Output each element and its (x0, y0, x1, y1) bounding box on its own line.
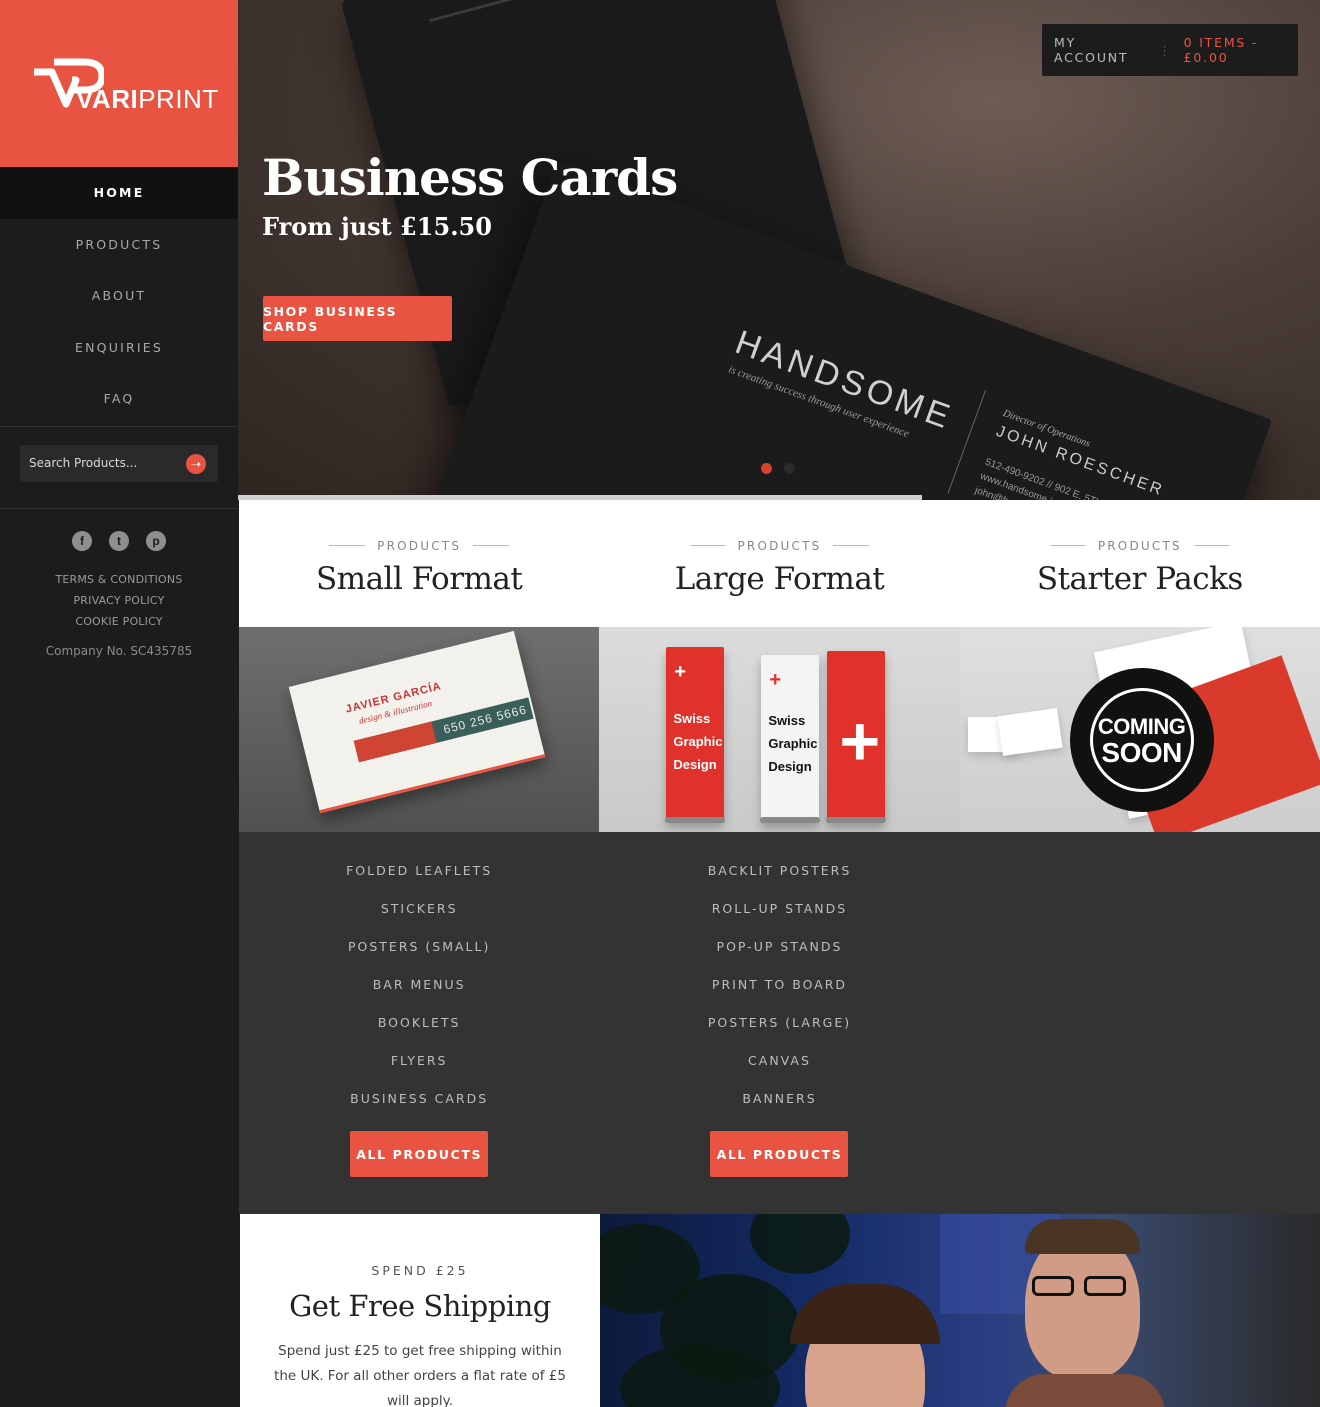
category-small-format[interactable]: PRODUCTS Small Format (239, 500, 599, 627)
list-item[interactable]: PRINT TO BOARD (599, 976, 959, 1014)
starter-packs-image[interactable]: COMING SOON (959, 627, 1320, 832)
list-item[interactable]: FLYERS (239, 1052, 599, 1090)
shipping-label: SPEND £25 (371, 1263, 469, 1278)
free-shipping-panel: SPEND £25 Get Free Shipping Spend just £… (240, 1214, 600, 1407)
team-photo (600, 1214, 1320, 1407)
nav-item-enquiries[interactable]: ENQUIRIES (0, 322, 238, 374)
pinterest-icon[interactable]: p (146, 530, 166, 551)
arrow-right-icon[interactable]: ➝ (186, 453, 206, 474)
man-shirt (1005, 1374, 1165, 1407)
sample-business-card: JAVIER GARCÍA design & illustration 650 … (288, 630, 546, 814)
category-label: PRODUCTS (690, 539, 870, 553)
twitter-icon[interactable]: t (109, 530, 129, 551)
category-images: JAVIER GARCÍA design & illustration 650 … (239, 627, 1320, 832)
rollup-banner: + Swiss Graphic Design (666, 647, 725, 822)
shop-business-cards-button[interactable]: SHOP BUSINESS CARDS (263, 296, 452, 341)
main-nav: HOME PRODUCTS ABOUT ENQUIRIES FAQ (0, 167, 238, 425)
nav-item-faq[interactable]: FAQ (0, 373, 238, 425)
list-item[interactable]: FOLDED LEAFLETS (239, 862, 599, 900)
product-lists: FOLDED LEAFLETS STICKERS POSTERS (SMALL)… (239, 832, 1320, 1214)
small-format-image[interactable]: JAVIER GARCÍA design & illustration 650 … (239, 627, 600, 832)
plant-leaves (750, 1214, 850, 1274)
nav-item-home[interactable]: HOME (0, 167, 238, 219)
terms-link[interactable]: TERMS & CONDITIONS (0, 569, 238, 590)
privacy-link[interactable]: PRIVACY POLICY (0, 590, 238, 611)
cart-link[interactable]: 0 ITEMS - £0.00 (1184, 35, 1298, 65)
small-format-list: FOLDED LEAFLETS STICKERS POSTERS (SMALL)… (239, 832, 599, 1214)
divider (0, 507, 238, 509)
man-hair (1025, 1219, 1140, 1254)
list-item[interactable]: BOOKLETS (239, 1014, 599, 1052)
coming-soon-badge: COMING SOON (1073, 672, 1210, 808)
business-card (997, 708, 1063, 756)
social-links: f t p (0, 530, 238, 551)
all-products-button[interactable]: ALL PRODUCTS (350, 1131, 489, 1177)
banner-stand (826, 817, 887, 823)
hero-slider: HANDSOME is creating success through use… (238, 0, 1320, 500)
shipping-title: Get Free Shipping (289, 1289, 551, 1323)
large-format-image[interactable]: + Swiss Graphic Design + Swiss Graphic Desig… (599, 627, 960, 832)
logo[interactable]: VARIPRINT (0, 0, 238, 167)
card-strip (353, 721, 437, 763)
divider (0, 425, 238, 427)
legal-links: TERMS & CONDITIONS PRIVACY POLICY COOKIE… (0, 569, 238, 632)
shipping-body: Spend just £25 to get free shipping with… (274, 1343, 566, 1407)
banner-stand (665, 817, 726, 823)
facebook-icon[interactable]: f (72, 530, 92, 551)
list-item[interactable]: BAR MENUS (239, 976, 599, 1014)
starter-packs-list (960, 832, 1320, 1214)
plus-icon: + (674, 661, 687, 683)
category-label: PRODUCTS (329, 539, 509, 553)
glasses-icon (1032, 1276, 1074, 1296)
category-large-format[interactable]: PRODUCTS Large Format (599, 500, 959, 627)
list-item[interactable]: BACKLIT POSTERS (599, 862, 959, 900)
swiss-cross-icon: + (839, 702, 881, 780)
list-item[interactable]: BUSINESS CARDS (239, 1090, 599, 1128)
slider-dot[interactable] (761, 463, 772, 474)
company-number: Company No. SC435785 (45, 643, 193, 658)
plus-icon: + (769, 669, 782, 691)
category-headings: PRODUCTS Small Format PRODUCTS Large For… (239, 500, 1320, 627)
slider-dot[interactable] (784, 463, 795, 474)
large-format-list: BACKLIT POSTERS ROLL-UP STANDS POP-UP ST… (599, 832, 959, 1214)
banner-text: Swiss Graphic Design (768, 713, 818, 774)
hero-business-card: HANDSOME is creating success through use… (428, 160, 1273, 500)
category-title: Small Format (315, 560, 523, 597)
list-item[interactable]: POSTERS (SMALL) (239, 938, 599, 976)
badge-inner: COMING SOON (1089, 688, 1194, 792)
glasses-icon (1084, 1276, 1126, 1296)
separator: ⋮ (1158, 42, 1173, 58)
sidebar: VARIPRINT HOME PRODUCTS ABOUT ENQUIRIES … (0, 0, 238, 1407)
account-bar: MY ACCOUNT ⋮ 0 ITEMS - £0.00 (1042, 24, 1298, 76)
rollup-banner: + Swiss Graphic Design (761, 655, 820, 823)
banner-text: Swiss Graphic Design (673, 711, 723, 772)
all-products-button[interactable]: ALL PRODUCTS (710, 1131, 849, 1177)
slider-dots (761, 463, 795, 474)
hero-title: Business Cards (262, 148, 678, 207)
list-item[interactable]: POP-UP STANDS (599, 938, 959, 976)
search-box: ➝ (20, 444, 218, 482)
category-label: PRODUCTS (1050, 539, 1230, 553)
banner-stand (760, 817, 821, 823)
list-item[interactable]: BANNERS (599, 1090, 959, 1128)
nav-item-products[interactable]: PRODUCTS (0, 219, 238, 271)
nav-item-about[interactable]: ABOUT (0, 270, 238, 322)
list-item[interactable]: ROLL-UP STANDS (599, 900, 959, 938)
woman-hair (790, 1284, 940, 1344)
list-item[interactable]: STICKERS (239, 900, 599, 938)
logo-text: VARIPRINT (76, 84, 219, 114)
list-item[interactable]: CANVAS (599, 1052, 959, 1090)
hero-subtitle: From just £15.50 (262, 212, 492, 241)
my-account-link[interactable]: MY ACCOUNT (1054, 35, 1147, 65)
category-starter-packs[interactable]: PRODUCTS Starter Packs (960, 500, 1320, 627)
rollup-banner: + (827, 651, 886, 823)
cookie-link[interactable]: COOKIE POLICY (0, 611, 238, 632)
category-title: Starter Packs (1036, 560, 1243, 597)
list-item[interactable]: POSTERS (LARGE) (599, 1014, 959, 1052)
category-title: Large Format (674, 560, 885, 597)
